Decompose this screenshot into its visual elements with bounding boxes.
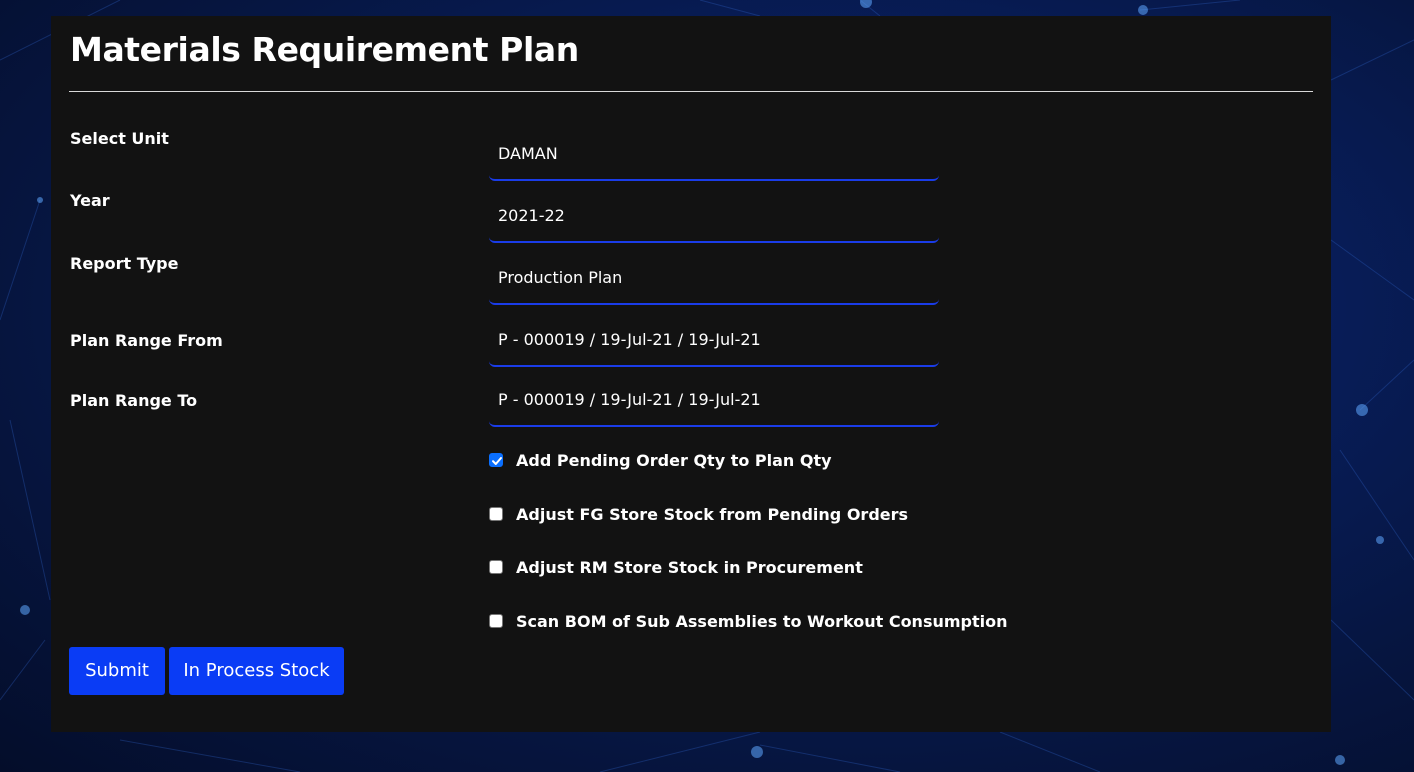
checkmark-icon bbox=[492, 457, 502, 465]
plan-range-to-field[interactable]: P - 000019 / 19-Jul-21 / 19-Jul-21 bbox=[489, 379, 939, 427]
mrp-form-card: Materials Requirement Plan Select Unit D… bbox=[51, 16, 1331, 732]
select-unit-label: Select Unit bbox=[70, 129, 169, 148]
add-pending-order-label[interactable]: Add Pending Order Qty to Plan Qty bbox=[516, 451, 832, 470]
year-value: 2021-22 bbox=[498, 206, 565, 225]
plan-range-from-label: Plan Range From bbox=[70, 331, 223, 350]
plan-range-from-field[interactable]: P - 000019 / 19-Jul-21 / 19-Jul-21 bbox=[489, 319, 939, 367]
select-unit-field[interactable]: DAMAN bbox=[489, 133, 939, 181]
report-type-label: Report Type bbox=[70, 254, 179, 273]
adjust-fg-store-checkbox[interactable] bbox=[489, 507, 503, 521]
report-type-field[interactable]: Production Plan bbox=[489, 257, 939, 305]
title-divider bbox=[69, 91, 1313, 92]
year-field[interactable]: 2021-22 bbox=[489, 195, 939, 243]
adjust-fg-store-label[interactable]: Adjust FG Store Stock from Pending Order… bbox=[516, 505, 908, 524]
submit-button[interactable]: Submit bbox=[69, 647, 165, 695]
scan-bom-checkbox[interactable] bbox=[489, 614, 503, 628]
page-title: Materials Requirement Plan bbox=[70, 30, 579, 69]
add-pending-order-checkbox[interactable] bbox=[489, 453, 503, 467]
plan-range-from-value: P - 000019 / 19-Jul-21 / 19-Jul-21 bbox=[498, 330, 761, 349]
in-process-stock-button[interactable]: In Process Stock bbox=[169, 647, 344, 695]
report-type-value: Production Plan bbox=[498, 268, 623, 287]
plan-range-to-label: Plan Range To bbox=[70, 391, 198, 410]
scan-bom-label[interactable]: Scan BOM of Sub Assemblies to Workout Co… bbox=[516, 612, 1008, 631]
plan-range-to-value: P - 000019 / 19-Jul-21 / 19-Jul-21 bbox=[498, 390, 761, 409]
select-unit-value: DAMAN bbox=[498, 144, 558, 163]
year-label: Year bbox=[70, 191, 110, 210]
adjust-rm-store-label[interactable]: Adjust RM Store Stock in Procurement bbox=[516, 558, 863, 577]
adjust-rm-store-checkbox[interactable] bbox=[489, 560, 503, 574]
